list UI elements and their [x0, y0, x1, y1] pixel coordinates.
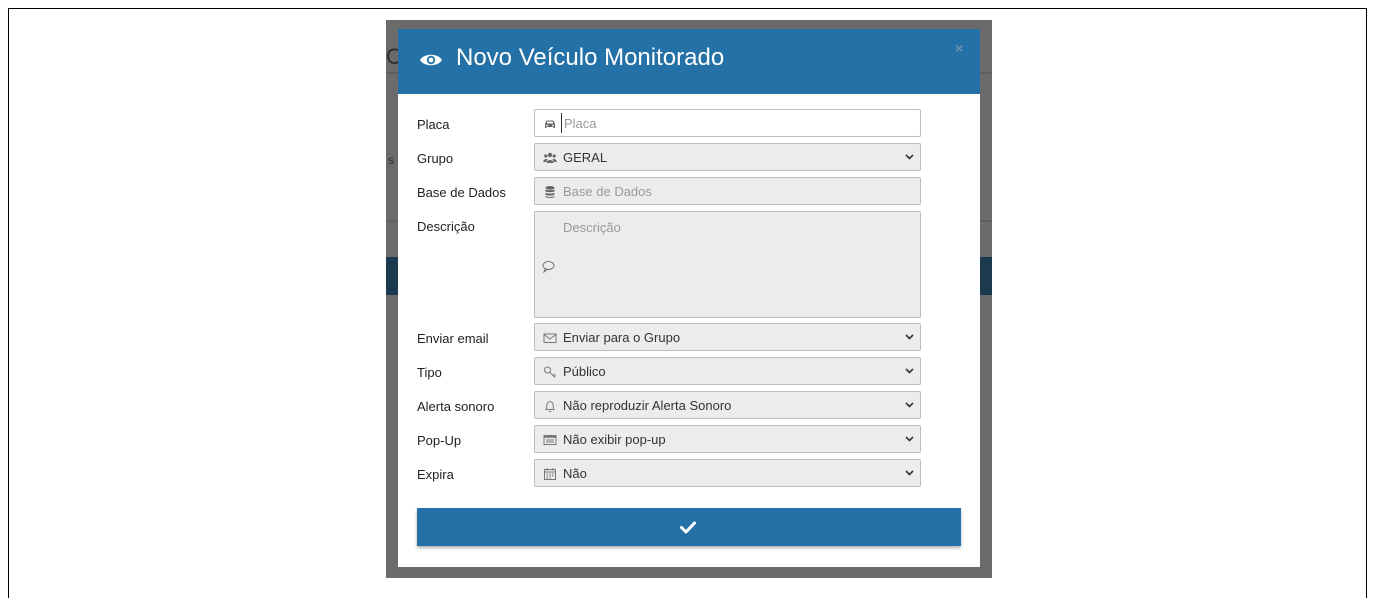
enviar-email-value: Enviar para o Grupo [563, 330, 681, 345]
tipo-select[interactable]: Público [534, 357, 921, 385]
popup-label: Pop-Up [417, 433, 462, 448]
envelope-icon [543, 333, 557, 343]
base-dados-field[interactable]: Base de Dados [534, 177, 921, 205]
chevron-down-icon [905, 436, 914, 442]
placa-input[interactable] [561, 113, 906, 133]
bell-icon [544, 401, 556, 413]
key-icon [544, 366, 557, 378]
eye-icon [420, 54, 442, 66]
expira-select[interactable]: Não [534, 459, 921, 487]
enviar-email-select[interactable]: Enviar para o Grupo [534, 323, 921, 351]
database-icon [545, 186, 555, 198]
enviar-email-label: Enviar email [417, 331, 489, 346]
expira-label: Expira [417, 467, 454, 482]
car-icon [545, 120, 555, 128]
background-partial-text-s: s [388, 153, 394, 167]
chevron-down-icon [905, 154, 914, 160]
base-dados-placeholder: Base de Dados [563, 184, 652, 199]
tipo-value: Público [563, 364, 606, 379]
placa-field [534, 109, 921, 137]
modal-title: Novo Veículo Monitorado [456, 44, 725, 71]
popup-select[interactable]: Não exibir pop-up [534, 425, 921, 453]
chevron-down-icon [905, 334, 914, 340]
new-vehicle-modal: Novo Veículo Monitorado × Placa Grupo [398, 29, 980, 567]
background-bar-right [980, 257, 992, 295]
modal-header: Novo Veículo Monitorado × [398, 29, 980, 94]
descricao-label: Descrição [417, 219, 475, 234]
calendar-icon [544, 468, 556, 480]
chevron-down-icon [905, 368, 914, 374]
alerta-sonoro-select[interactable]: Não reproduzir Alerta Sonoro [534, 391, 921, 419]
grupo-label: Grupo [417, 151, 454, 166]
alerta-sonoro-label: Alerta sonoro [417, 399, 495, 414]
submit-button[interactable] [417, 508, 961, 546]
check-icon [680, 521, 696, 534]
chevron-down-icon [905, 470, 914, 476]
grupo-select[interactable]: GERAL [534, 143, 921, 171]
tipo-label: Tipo [417, 365, 442, 380]
alerta-sonoro-value: Não reproduzir Alerta Sonoro [563, 398, 732, 413]
window-icon [543, 435, 557, 445]
descricao-textarea[interactable]: Descrição [534, 211, 921, 318]
expira-value: Não [563, 466, 587, 481]
comment-icon [542, 261, 555, 273]
placa-label: Placa [417, 117, 450, 132]
users-icon [543, 152, 557, 163]
background-bar-left [386, 257, 398, 295]
popup-value: Não exibir pop-up [563, 432, 666, 447]
close-button[interactable]: × [955, 40, 963, 56]
base-dados-label: Base de Dados [417, 185, 506, 200]
grupo-value: GERAL [563, 150, 608, 165]
descricao-placeholder: Descrição [563, 220, 621, 235]
chevron-down-icon [905, 402, 914, 408]
